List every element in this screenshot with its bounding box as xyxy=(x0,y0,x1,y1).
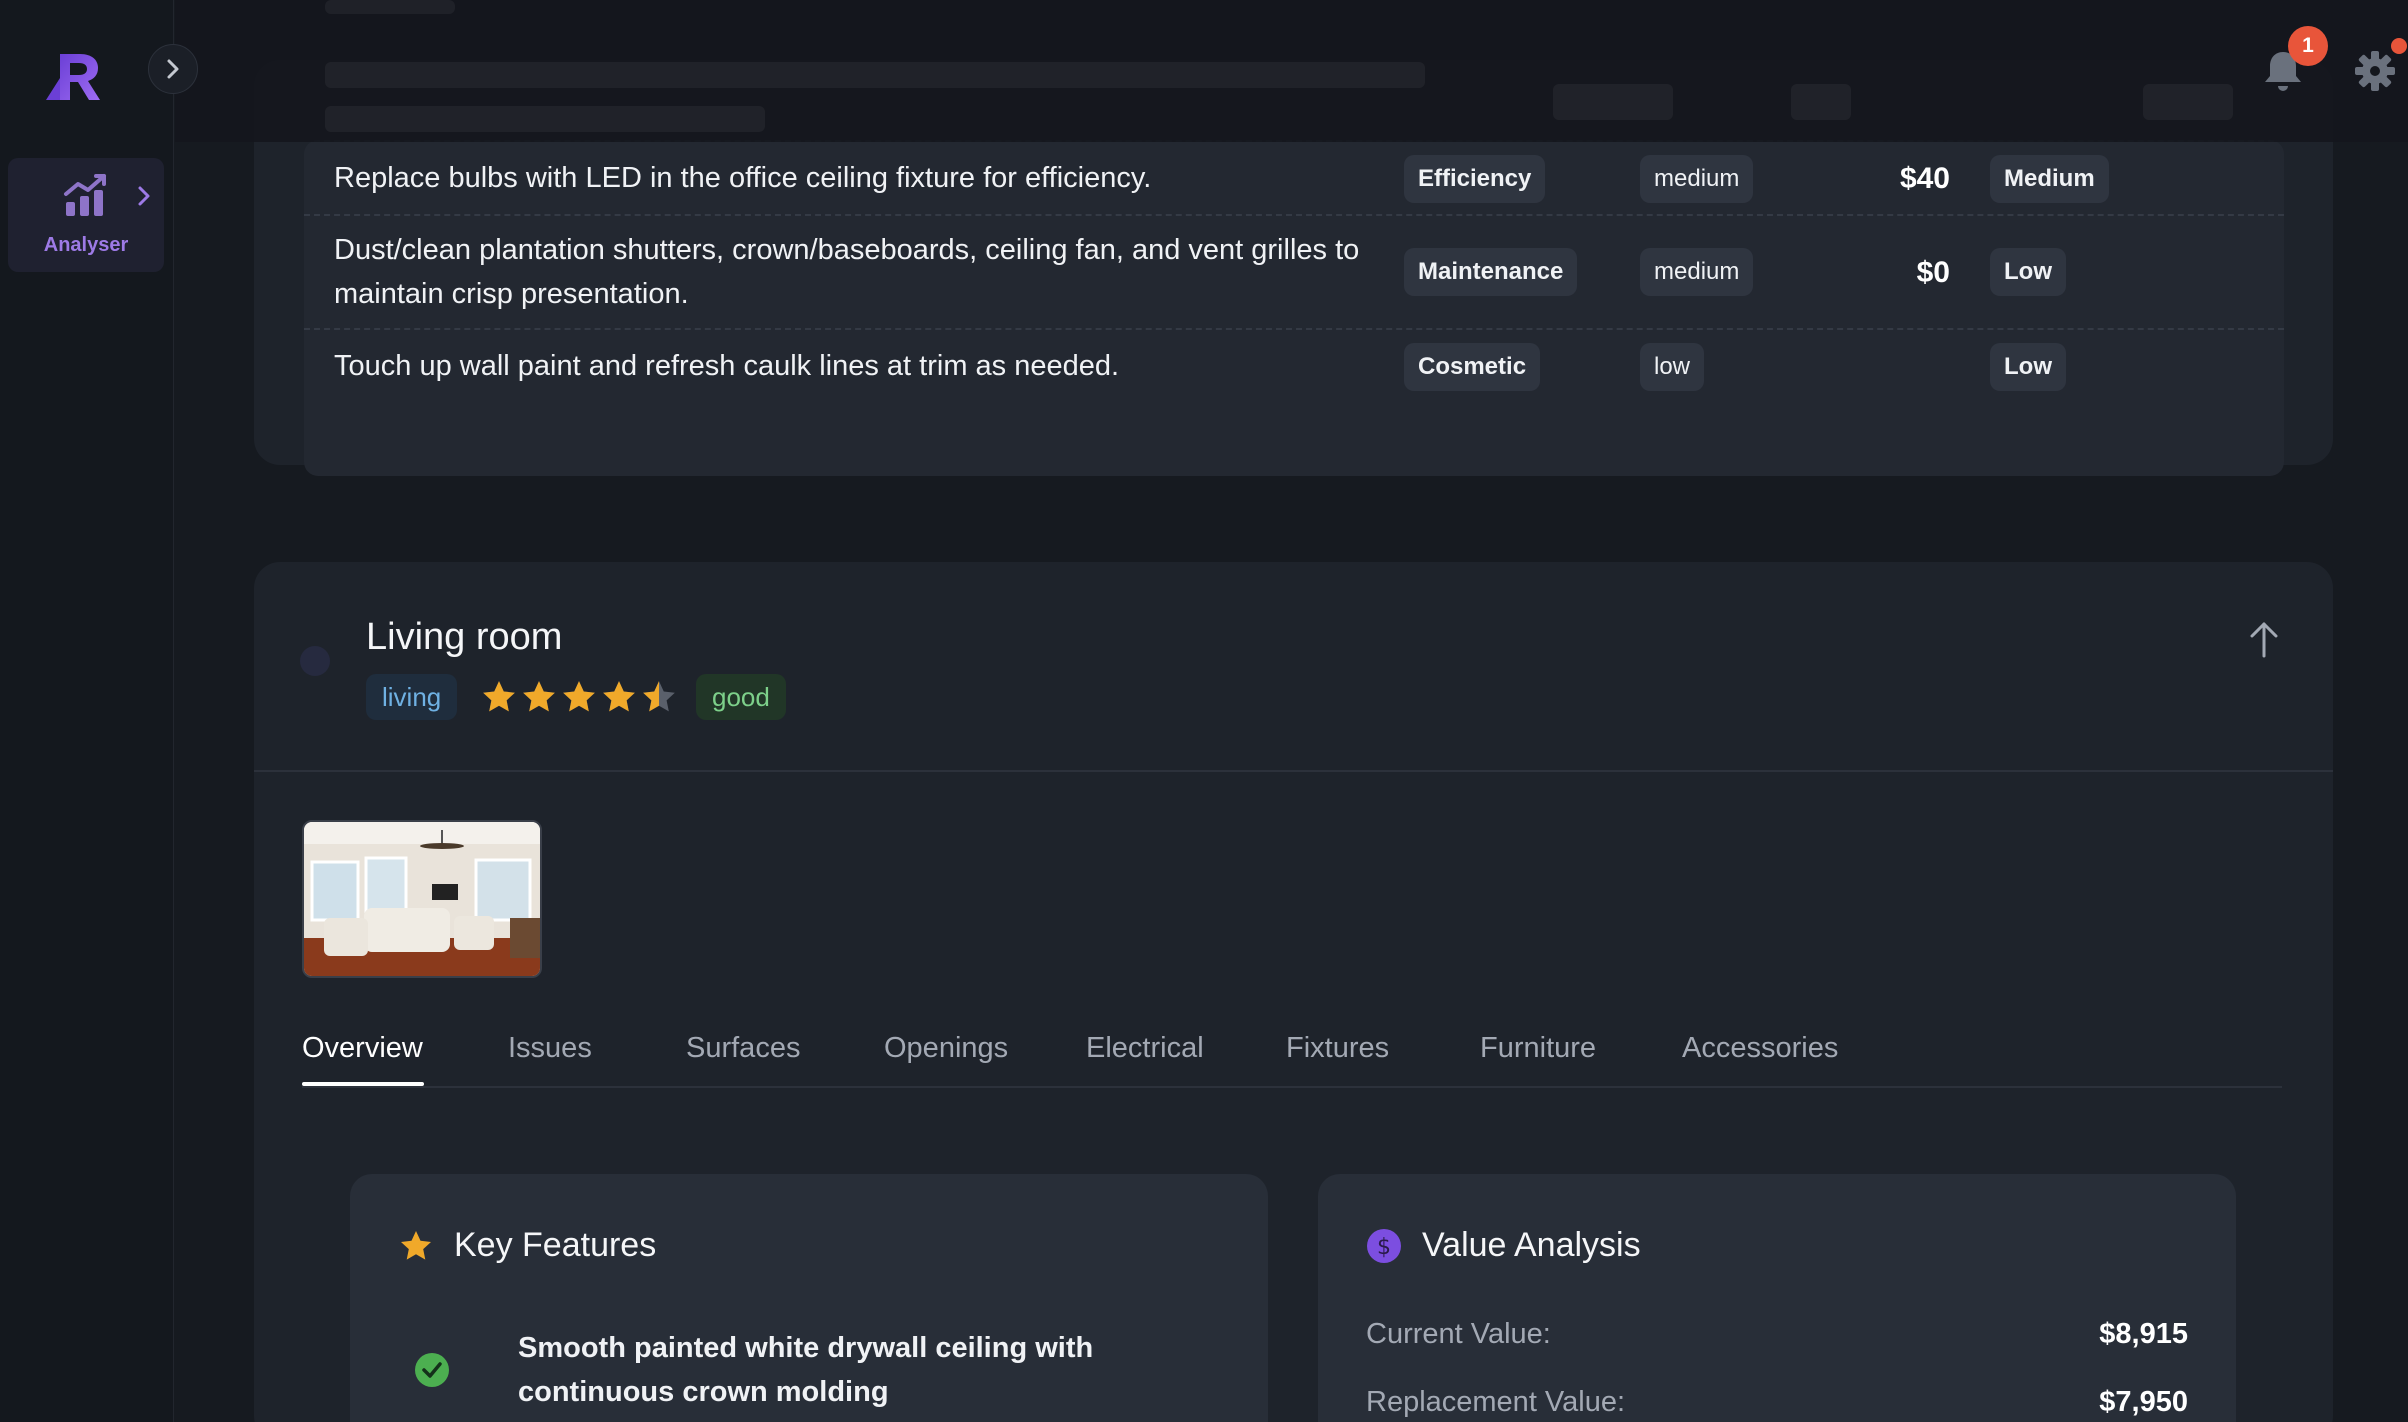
room-photo-thumbnail[interactable] xyxy=(302,820,542,978)
category-badge: Cosmetic xyxy=(1404,343,1541,391)
key-features-panel: Key Features Smooth painted white drywal… xyxy=(350,1174,1268,1422)
replacement-value: $7,950 xyxy=(2099,1386,2188,1418)
room-photo xyxy=(304,822,540,976)
dollar-icon: $ xyxy=(1367,1229,1401,1263)
table-row: Replace bulbs with LED in the office cei… xyxy=(304,140,2284,214)
star-icon xyxy=(401,1231,431,1260)
top-bar: 1 D xyxy=(175,0,2408,142)
room-type-tag: living xyxy=(366,674,458,720)
recommendation-text: Replace bulbs with LED in the office cei… xyxy=(334,162,1152,194)
star-icon xyxy=(603,681,635,712)
arrow-up-icon[interactable] xyxy=(2244,618,2284,662)
sidebar-item-label: Analyser xyxy=(43,234,129,256)
tab-overview[interactable]: Overview xyxy=(302,1032,423,1065)
tab-electrical[interactable]: Electrical xyxy=(1086,1032,1204,1065)
table-row: Dust/clean plantation shutters, crown/ba… xyxy=(304,214,2284,328)
faded-row xyxy=(1791,84,1851,120)
faded-row xyxy=(1553,84,1673,120)
star-icon xyxy=(483,681,515,712)
urgency-badge: medium xyxy=(1640,155,1754,203)
current-value-row: Current Value: $8,915 xyxy=(1366,1318,2188,1351)
app-logo[interactable] xyxy=(44,48,106,104)
recommendations-table: Replace bulbs with LED in the office cei… xyxy=(304,140,2284,476)
svg-text:$: $ xyxy=(1377,1235,1391,1260)
sidebar-toggle-button[interactable] xyxy=(148,44,198,94)
faded-row xyxy=(2143,84,2233,120)
chart-trend-icon xyxy=(64,174,106,216)
replacement-value-row: Replacement Value: $7,950 xyxy=(1366,1386,2188,1419)
room-tabs: Overview Issues Surfaces Openings Electr… xyxy=(302,1032,2282,1088)
sidebar: Analyser xyxy=(0,0,174,1422)
current-value-label: Current Value: xyxy=(1366,1318,1551,1350)
chevron-right-icon xyxy=(138,186,150,206)
table-row: Touch up wall paint and refresh caulk li… xyxy=(304,328,2284,402)
cost-value: $40 xyxy=(1899,162,1950,195)
priority-badge: Medium xyxy=(1990,155,2109,203)
room-status-dot xyxy=(300,646,330,676)
check-circle-icon xyxy=(415,1353,449,1387)
active-tab-indicator xyxy=(302,1082,424,1086)
condition-tag: good xyxy=(696,674,786,720)
urgency-badge: medium xyxy=(1640,248,1754,296)
star-icon xyxy=(563,681,595,712)
priority-badge: Low xyxy=(1990,248,2066,296)
tab-surfaces[interactable]: Surfaces xyxy=(686,1032,800,1065)
notification-badge: 1 xyxy=(2288,26,2328,66)
room-card: Living room living good Overview Issues … xyxy=(254,562,2333,1422)
panel-title: Key Features xyxy=(454,1226,657,1264)
cost-value: $0 xyxy=(1916,256,1950,289)
feature-item: Smooth painted white drywall ceiling wit… xyxy=(518,1332,1094,1408)
replacement-value-label: Replacement Value: xyxy=(1366,1386,1626,1418)
tab-furniture[interactable]: Furniture xyxy=(1480,1032,1596,1065)
category-badge: Efficiency xyxy=(1404,155,1546,203)
divider xyxy=(254,770,2333,772)
star-icon xyxy=(643,681,675,712)
recommendation-text: Dust/clean plantation shutters, crown/ba… xyxy=(334,234,1360,310)
urgency-badge: low xyxy=(1640,343,1705,391)
room-title: Living room xyxy=(366,616,563,658)
rating-stars xyxy=(480,678,678,718)
tab-openings[interactable]: Openings xyxy=(884,1032,1008,1065)
value-analysis-panel: $ Value Analysis Current Value: $8,915 R… xyxy=(1318,1174,2236,1422)
tab-issues[interactable]: Issues xyxy=(508,1032,592,1065)
tab-fixtures[interactable]: Fixtures xyxy=(1286,1032,1389,1065)
gear-icon[interactable] xyxy=(2352,48,2398,94)
tab-accessories[interactable]: Accessories xyxy=(1682,1032,1838,1065)
settings-alert-dot xyxy=(2391,38,2407,54)
faded-row xyxy=(325,0,455,14)
current-value: $8,915 xyxy=(2099,1318,2188,1350)
priority-badge: Low xyxy=(1990,343,2066,391)
star-icon xyxy=(523,681,555,712)
category-badge: Maintenance xyxy=(1404,248,1578,296)
panel-title: Value Analysis xyxy=(1422,1226,1641,1264)
chevron-right-icon xyxy=(167,59,179,79)
faded-row xyxy=(325,62,1425,88)
faded-row xyxy=(325,106,765,132)
recommendation-text: Touch up wall paint and refresh caulk li… xyxy=(334,350,1120,382)
sidebar-item-analyser[interactable]: Analyser xyxy=(8,158,164,272)
